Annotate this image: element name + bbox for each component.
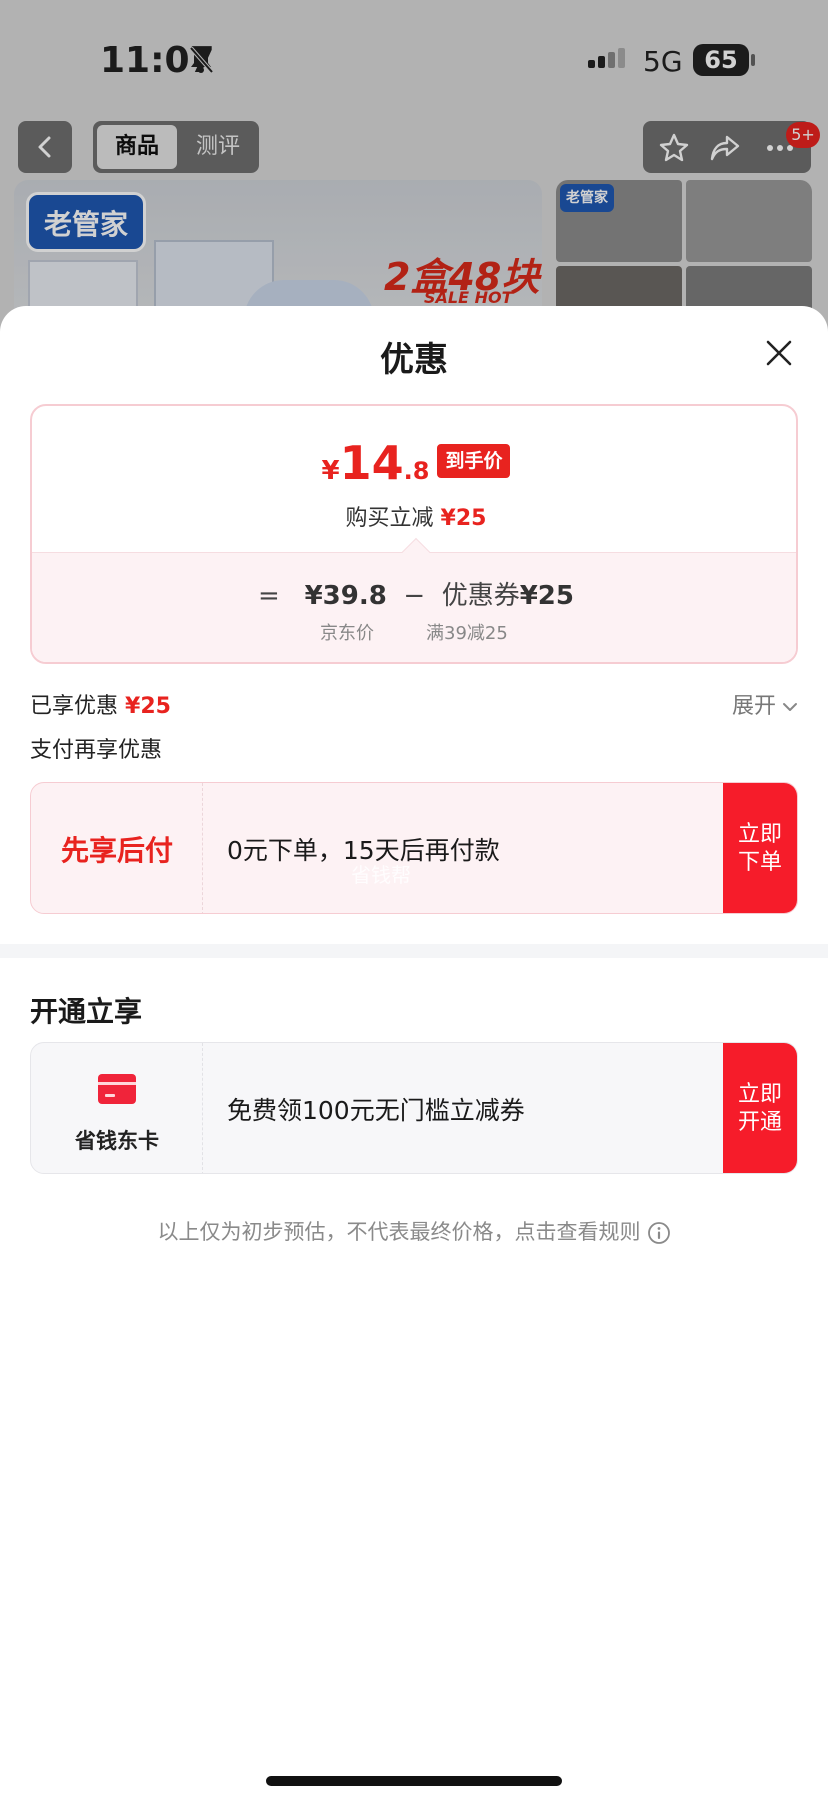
bnpl-offer-card[interactable]: 先享后付 0元下单，15天后再付款 省钱帮 立即 下单	[30, 782, 798, 914]
price-summary-card: ¥14.8 到手价 购买立减 ¥25 = ¥39.8 − 优惠券¥25 京东价 满…	[30, 404, 798, 664]
price-integer: 14	[339, 436, 404, 490]
enjoyed-discount-amount: ¥25	[125, 694, 171, 719]
equals-sign: =	[258, 581, 280, 611]
price-currency: ¥	[321, 456, 340, 486]
minus-sign: −	[403, 581, 426, 611]
price-decimal: .8	[403, 457, 430, 485]
price-breakdown: = ¥39.8 − 优惠券¥25 京东价 满39减25	[32, 552, 796, 662]
chevron-down-icon	[783, 703, 797, 711]
modal-overlay[interactable]	[0, 0, 828, 340]
instant-discount-line: 购买立减 ¥25	[32, 500, 796, 532]
coupon-label: 优惠券	[441, 581, 520, 611]
activate-now-button[interactable]: 立即 开通	[723, 1043, 797, 1173]
base-price: ¥39.8	[304, 581, 387, 611]
sheet-title: 优惠	[380, 340, 448, 380]
bnpl-brand-panel: 先享后付	[31, 783, 203, 913]
instant-discount-amount: ¥25	[440, 506, 487, 531]
savings-card-offer[interactable]: 省钱东卡 免费领100元无门槛立减券 立即 开通	[30, 1042, 798, 1174]
bnpl-brand: 先享后付	[60, 834, 173, 867]
savings-card-description: 免费领100元无门槛立减券	[227, 1096, 525, 1125]
card-icon	[98, 1074, 136, 1104]
watermark: 省钱帮	[351, 863, 411, 887]
coupon-amount: ¥25	[519, 581, 574, 611]
home-indicator[interactable]	[266, 1776, 562, 1786]
enjoyed-discount-text: 已享优惠	[30, 694, 119, 719]
open-offers-title: 开通立享	[30, 995, 143, 1028]
savings-card-label: 省钱东卡	[75, 1129, 159, 1153]
enjoyed-discount-label: 已享优惠 ¥25	[30, 688, 171, 720]
savings-card-panel: 省钱东卡	[31, 1043, 203, 1173]
final-price-tag: 到手价	[437, 444, 511, 478]
order-now-button[interactable]: 立即 下单	[723, 783, 797, 913]
product-page-background: 11:07 5G 65 商品 测评 5+ 老管家 2盒48块 SALE HOT …	[0, 0, 828, 340]
expand-button[interactable]: 展开	[732, 688, 798, 720]
pay-offers-title: 支付再享优惠	[30, 738, 163, 763]
enjoyed-discount-row[interactable]: 已享优惠 ¥25 展开	[30, 684, 798, 720]
coupon-caption: 满39减25	[426, 623, 508, 644]
price-rules-text: 以上仅为初步预估，不代表最终价格，点击查看规则	[157, 1220, 641, 1244]
price-calculation: = ¥39.8 − 优惠券¥25	[32, 575, 796, 612]
price-rules-note[interactable]: 以上仅为初步预估，不代表最终价格，点击查看规则	[0, 1216, 828, 1246]
final-price: ¥14.8 到手价	[32, 436, 796, 490]
expand-label: 展开	[731, 694, 776, 719]
discount-sheet: 优惠 ¥14.8 到手价 购买立减 ¥25 = ¥39.8 − 优惠券¥25 京东…	[0, 306, 828, 1800]
base-price-caption: 京东价	[320, 623, 374, 644]
section-divider	[0, 944, 828, 958]
instant-discount-label: 购买立减	[345, 506, 434, 531]
info-icon[interactable]	[647, 1221, 671, 1245]
close-icon[interactable]	[764, 338, 794, 368]
